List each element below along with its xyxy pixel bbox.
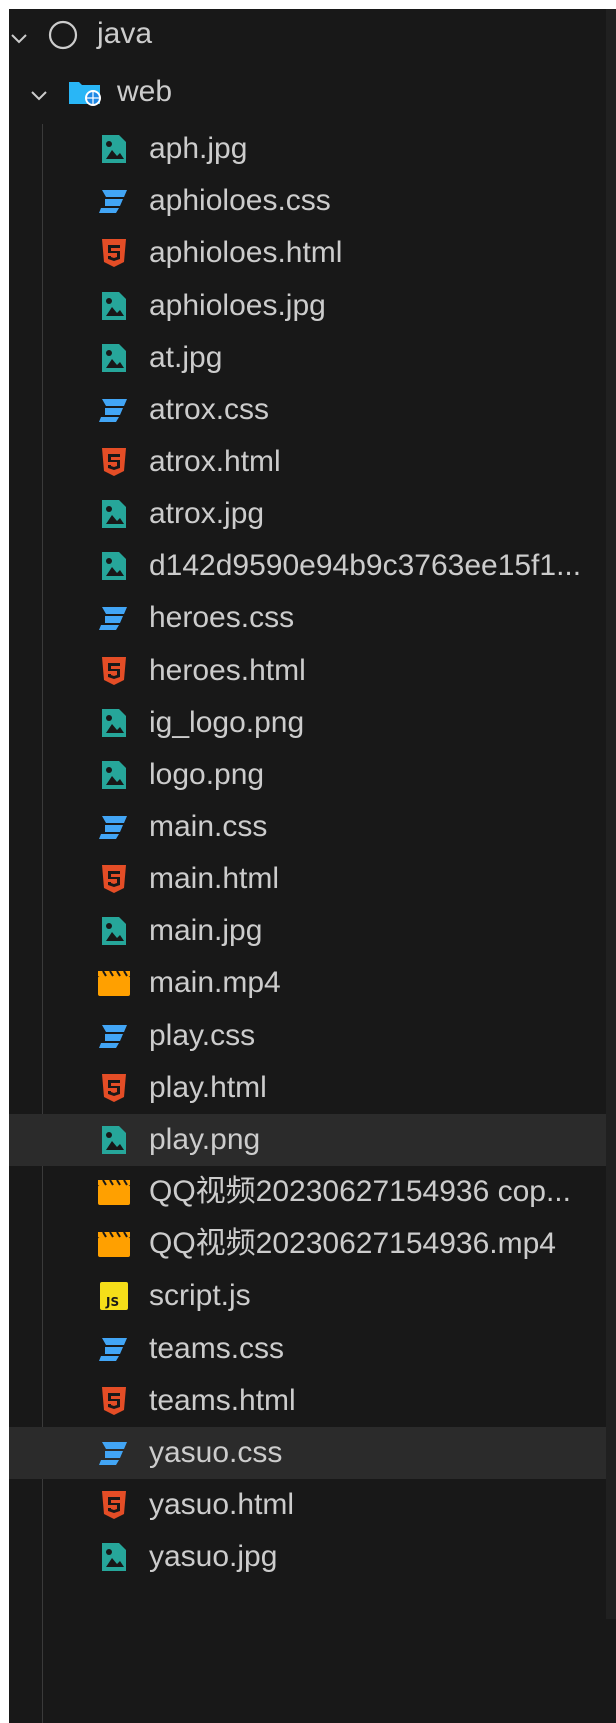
file-item[interactable]: QQ视频20230627154936.mp4 — [9, 1218, 616, 1270]
file-item-label: ig_logo.png — [149, 705, 305, 739]
video-file-icon — [97, 965, 131, 1001]
file-item[interactable]: logo.png — [9, 749, 616, 801]
file-item-label: yasuo.css — [149, 1435, 283, 1469]
file-item[interactable]: teams.html — [9, 1375, 616, 1427]
tree-item-java[interactable]: java — [9, 9, 616, 66]
chevron-down-icon[interactable] — [9, 23, 29, 44]
css-file-icon — [97, 1435, 131, 1471]
file-item-label: play.png — [149, 1122, 261, 1156]
file-item-label: heroes.css — [149, 601, 295, 635]
web-folder-icon — [67, 78, 105, 108]
file-item-label: d142d9590e94b9c3763ee15f1... — [149, 549, 582, 583]
image-file-icon — [97, 131, 131, 167]
file-item-label: script.js — [149, 1279, 251, 1313]
image-file-icon — [97, 705, 131, 741]
file-item[interactable]: main.css — [9, 801, 616, 853]
file-item[interactable]: heroes.css — [9, 592, 616, 644]
css-file-icon — [97, 392, 131, 428]
image-file-icon — [97, 913, 131, 949]
file-item[interactable]: yasuo.css — [9, 1426, 616, 1479]
css-file-icon — [97, 183, 131, 219]
file-item-label: play.html — [149, 1070, 267, 1104]
file-item[interactable]: atrox.html — [9, 436, 616, 488]
css-file-icon — [97, 600, 131, 636]
tree-item-label: web — [117, 75, 173, 108]
file-item-label: play.css — [149, 1018, 256, 1052]
video-file-icon — [97, 1226, 131, 1262]
file-item[interactable]: atrox.css — [9, 384, 616, 436]
file-item[interactable]: QQ视频20230627154936 cop... — [9, 1166, 616, 1218]
scrollbar[interactable] — [606, 9, 616, 1619]
file-item[interactable]: aphioloes.jpg — [9, 279, 616, 331]
file-item[interactable]: atrox.jpg — [9, 488, 616, 540]
css-file-icon — [97, 809, 131, 845]
file-item[interactable]: ig_logo.png — [9, 697, 616, 749]
html-file-icon — [97, 444, 131, 480]
file-item[interactable]: aphioloes.html — [9, 227, 616, 279]
file-item-label: atrox.css — [149, 392, 270, 426]
file-item[interactable]: teams.css — [9, 1322, 616, 1374]
file-item-label: QQ视频20230627154936.mp4 — [149, 1227, 556, 1261]
css-file-icon — [97, 1018, 131, 1054]
file-item-label: QQ视频20230627154936 cop... — [149, 1175, 571, 1209]
html-file-icon — [97, 861, 131, 897]
image-file-icon — [97, 496, 131, 532]
tree-item-web-folder[interactable]: web — [9, 66, 616, 123]
svg-text:JS: JS — [105, 1295, 119, 1309]
file-item-label: main.mp4 — [149, 966, 281, 1000]
js-file-icon: JS — [97, 1278, 131, 1314]
image-file-icon — [97, 1122, 131, 1158]
file-item[interactable]: play.html — [9, 1062, 616, 1114]
file-item-label: yasuo.jpg — [149, 1540, 278, 1574]
file-item[interactable]: aph.jpg — [9, 123, 616, 175]
html-file-icon — [97, 1487, 131, 1523]
image-file-icon — [97, 340, 131, 376]
file-item-label: main.css — [149, 810, 268, 843]
file-item-label: logo.png — [149, 757, 265, 791]
image-file-icon — [97, 288, 131, 324]
file-item-label: aph.jpg — [149, 132, 248, 166]
file-item[interactable]: aphioloes.css — [9, 175, 616, 227]
file-item-label: teams.html — [149, 1383, 296, 1417]
image-file-icon — [97, 548, 131, 584]
file-item-label: main.html — [149, 862, 280, 896]
file-item[interactable]: heroes.html — [9, 645, 616, 697]
html-file-icon — [97, 235, 131, 271]
file-item-label: aphioloes.html — [149, 236, 343, 270]
file-item[interactable]: play.png — [9, 1113, 616, 1166]
css-file-icon — [97, 1331, 131, 1367]
file-item-label: aphioloes.jpg — [149, 288, 326, 322]
html-file-icon — [97, 1383, 131, 1419]
file-item[interactable]: d142d9590e94b9c3763ee15f1... — [9, 540, 616, 592]
file-item[interactable]: JS script.js — [9, 1270, 616, 1322]
image-file-icon — [97, 757, 131, 793]
file-item-label: yasuo.html — [149, 1487, 295, 1521]
file-item[interactable]: at.jpg — [9, 332, 616, 384]
file-item[interactable]: main.html — [9, 853, 616, 905]
video-file-icon — [97, 1174, 131, 1210]
html-file-icon — [97, 1070, 131, 1106]
file-item-label: at.jpg — [149, 340, 223, 374]
file-item-label: main.jpg — [149, 914, 263, 948]
chevron-down-icon[interactable] — [29, 80, 49, 101]
file-item[interactable]: main.mp4 — [9, 957, 616, 1009]
file-item-label: atrox.html — [149, 444, 281, 478]
file-item-label: teams.css — [149, 1331, 285, 1365]
file-item[interactable]: yasuo.jpg — [9, 1531, 616, 1583]
circle-outline-icon — [47, 19, 79, 51]
file-item[interactable]: play.css — [9, 1010, 616, 1062]
explorer-panel: java web aph.jpg aphioloes.css aphioloes.h… — [9, 9, 616, 1723]
image-file-icon — [97, 1539, 131, 1575]
file-item-label: atrox.jpg — [149, 497, 265, 531]
html-file-icon — [97, 653, 131, 689]
tree-item-label: java — [97, 17, 153, 50]
file-item[interactable]: main.jpg — [9, 905, 616, 957]
file-item-label: heroes.html — [149, 653, 306, 687]
file-item[interactable]: yasuo.html — [9, 1479, 616, 1531]
file-item-label: aphioloes.css — [149, 184, 331, 218]
